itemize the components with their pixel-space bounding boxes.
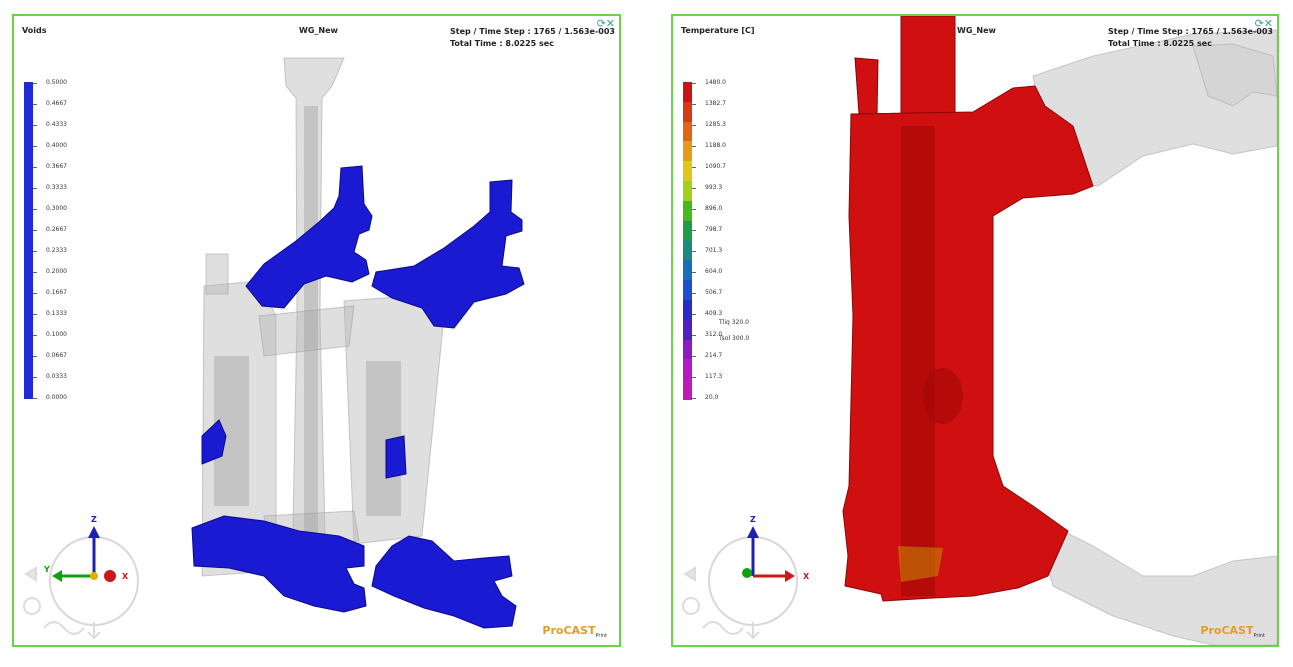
zoom-icon (682, 597, 700, 615)
legend-tick (692, 230, 696, 231)
riser-hot (854, 57, 879, 117)
legend-color-segment (683, 280, 692, 301)
legend-tick (692, 272, 696, 273)
temperature-legend: 1480.0 1382.7 1285.3 1188.0 1090.7 993.3 896.0… (683, 79, 773, 422)
axis-triad: Z X (708, 515, 810, 626)
legend-tick (692, 335, 696, 336)
legend-color-segment (683, 240, 692, 261)
legend-tick (692, 188, 696, 189)
pan-left-icon (24, 566, 37, 582)
legend-tick (692, 146, 696, 147)
z-axis-arrow (747, 526, 759, 538)
legend-label: 1480.0 (705, 79, 726, 86)
procast-logo: ProCASTPrint (542, 623, 607, 639)
tsol-label: Tsol 300.0 (719, 335, 750, 342)
legend-tick (692, 356, 696, 357)
legend-label: 506.7 (705, 289, 723, 296)
legend-label: 1188.0 (705, 142, 726, 149)
legend-label: 214.7 (705, 352, 723, 359)
z-axis-arrow (88, 526, 100, 538)
legend-color-segment (683, 101, 692, 123)
legend-tick (692, 251, 696, 252)
x-axis-dot (104, 570, 116, 582)
x-label: X (803, 572, 810, 581)
legend-color-segment (683, 359, 692, 380)
legend-color-segment (683, 339, 692, 360)
legend-color-segment (683, 161, 692, 182)
legend-tick (692, 398, 696, 399)
legend-tick (692, 167, 696, 168)
legend-color-segment (683, 260, 692, 281)
total-time-line: Total Time : 8.0225 sec (1108, 39, 1212, 48)
x-label: X (122, 572, 129, 581)
z-label: Z (750, 515, 756, 524)
shadow-column (901, 126, 935, 596)
sprue-hot (900, 16, 956, 127)
axis-triad: Z X Y (43, 515, 139, 626)
legend-label: 993.3 (705, 184, 723, 191)
step-info: Step / Time Step : 1765 / 1.563e-003 Tot… (1108, 26, 1273, 50)
y-label: Y (43, 565, 50, 574)
refresh-icon[interactable]: ⟳ (1255, 17, 1264, 30)
result-title: Temperature [C] (681, 26, 755, 35)
y-axis-arrow (52, 570, 62, 582)
legend-color-segment (683, 181, 692, 202)
y-axis-dot (742, 568, 752, 578)
legend-label: 1090.7 (705, 163, 726, 170)
legend-label: 896.0 (705, 205, 723, 212)
legend-label: 798.7 (705, 226, 723, 233)
procast-logo: ProCASTPrint (1200, 623, 1265, 639)
sprue-core-shape (304, 106, 318, 576)
left-neck-shape (205, 253, 229, 295)
model-name: WG_New (957, 26, 996, 35)
origin-dot (90, 572, 98, 580)
z-label: Z (91, 515, 97, 524)
rotate-icon (43, 621, 85, 635)
voids-viewport[interactable]: Voids WG_New Step / Time Step : 1765 / 1… (12, 14, 621, 647)
legend-label: 20.0 (705, 394, 719, 401)
nav-controls (682, 566, 760, 640)
pan-left-icon (683, 566, 696, 582)
legend-label: 409.3 (705, 310, 723, 317)
corner-controls: ⟳✕ (1255, 17, 1273, 30)
x-axis-arrow (785, 570, 795, 582)
tliq-label: Tliq 320.0 (719, 319, 749, 326)
rotate-icon (702, 621, 744, 635)
void-right-mid (385, 435, 407, 479)
legend-tick (692, 314, 696, 315)
legend-tick (692, 104, 696, 105)
step-line: Step / Time Step : 1765 / 1.563e-003 (1108, 27, 1273, 36)
legend-color-segment (683, 319, 692, 341)
legend-color-segment (683, 141, 692, 162)
voids-scene: Z X Y (23, 57, 525, 640)
legend-color-segment (683, 121, 692, 142)
main-body-hot (842, 85, 1094, 602)
legend-color-segment (683, 379, 692, 400)
legend-color-segment (683, 200, 692, 222)
legend-label: 117.3 (705, 373, 723, 380)
legend-label: 604.0 (705, 268, 723, 275)
legend-label: 1382.7 (705, 100, 726, 107)
zoom-icon (23, 597, 41, 615)
legend-tick (692, 209, 696, 210)
legend-tick (692, 83, 696, 84)
close-icon[interactable]: ✕ (1264, 17, 1273, 30)
legend-tick (692, 125, 696, 126)
legend-tick (692, 377, 696, 378)
legend-label: 1285.3 (705, 121, 726, 128)
legend-color-segment (683, 220, 692, 241)
void-bottom-right (371, 535, 517, 629)
legend-color-segment (683, 82, 692, 103)
shadow-pocket (923, 368, 963, 424)
casting-arms (1032, 29, 1277, 645)
legend-label: 701.3 (705, 247, 723, 254)
legend-tick (692, 293, 696, 294)
temperature-viewport[interactable]: Z X Temperature [C] WG_New Step / Time S… (671, 14, 1279, 647)
legend-color-segment (683, 299, 692, 321)
